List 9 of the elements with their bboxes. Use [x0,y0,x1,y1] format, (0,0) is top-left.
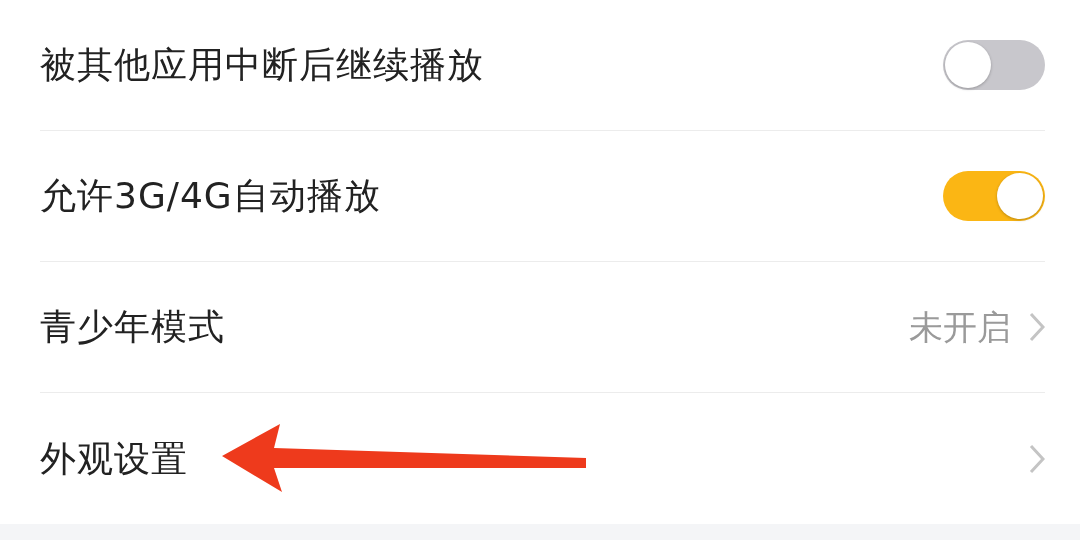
setting-label: 外观设置 [40,436,188,481]
toggle-switch[interactable] [943,40,1045,90]
toggle-switch[interactable] [943,171,1045,221]
chevron-icon [1029,443,1045,474]
setting-label: 青少年模式 [40,305,225,349]
setting-value: 未开启 [909,305,1011,349]
setting-label: 被其他应用中断后继续播放 [40,43,484,87]
setting-label: 允许3G/4G自动播放 [40,174,381,218]
chevron-icon [1029,312,1045,342]
